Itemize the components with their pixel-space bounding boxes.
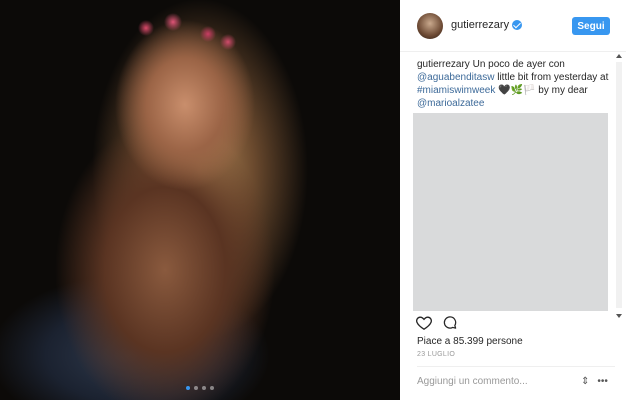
follow-button[interactable]: Segui xyxy=(572,17,610,35)
post-date[interactable]: 23 LUGLIO xyxy=(417,351,455,358)
caption-text: by my dear xyxy=(538,85,588,96)
more-options-icon[interactable]: ••• xyxy=(597,376,608,388)
loading-embed-placeholder xyxy=(413,113,608,311)
post-photo[interactable] xyxy=(0,0,400,400)
mention-link[interactable]: @marioalzatee xyxy=(417,98,484,109)
post-actions xyxy=(416,314,458,330)
avatar[interactable] xyxy=(417,13,443,39)
add-comment-input[interactable] xyxy=(417,376,567,387)
post-header: gutierrezary Segui xyxy=(400,0,626,52)
caption-text: Un poco de ayer con xyxy=(469,59,565,70)
carousel-indicator[interactable] xyxy=(186,386,214,390)
author[interactable]: gutierrezary xyxy=(451,19,523,31)
caption-username[interactable]: gutierrezary xyxy=(417,59,470,70)
carousel-dot[interactable] xyxy=(210,386,214,390)
verified-badge-icon xyxy=(512,20,523,30)
flower-crown xyxy=(128,10,248,50)
hashtag-link[interactable]: #miamiswimweek xyxy=(417,85,495,96)
instagram-post-window: gutierrezary Segui gutierrezary Un poco … xyxy=(0,0,626,400)
caption: gutierrezary Un poco de ayer con @aguabe… xyxy=(417,58,617,110)
comment-icon[interactable] xyxy=(442,315,458,330)
sort-icon[interactable]: ⇕ xyxy=(581,376,589,388)
author-username[interactable]: gutierrezary xyxy=(451,19,509,31)
comments-scrollbar[interactable] xyxy=(615,52,623,320)
heart-icon[interactable] xyxy=(416,315,432,330)
caption-emoji: 🖤🌿🏳️ xyxy=(495,85,539,96)
scroll-down-icon[interactable] xyxy=(616,314,622,318)
caption-text: little bit from yesterday at xyxy=(494,72,609,83)
post-sidebar: gutierrezary Segui gutierrezary Un poco … xyxy=(400,0,626,400)
mention-link[interactable]: @aguabenditasw xyxy=(417,72,494,83)
scroll-up-icon[interactable] xyxy=(616,54,622,58)
carousel-dot[interactable] xyxy=(194,386,198,390)
scrollbar-thumb[interactable] xyxy=(616,62,622,308)
carousel-dot[interactable] xyxy=(186,386,190,390)
comment-tools: ⇕ ••• xyxy=(581,376,608,388)
divider xyxy=(417,366,615,367)
likes-count[interactable]: Piace a 85.399 persone xyxy=(417,336,523,347)
carousel-dot[interactable] xyxy=(202,386,206,390)
